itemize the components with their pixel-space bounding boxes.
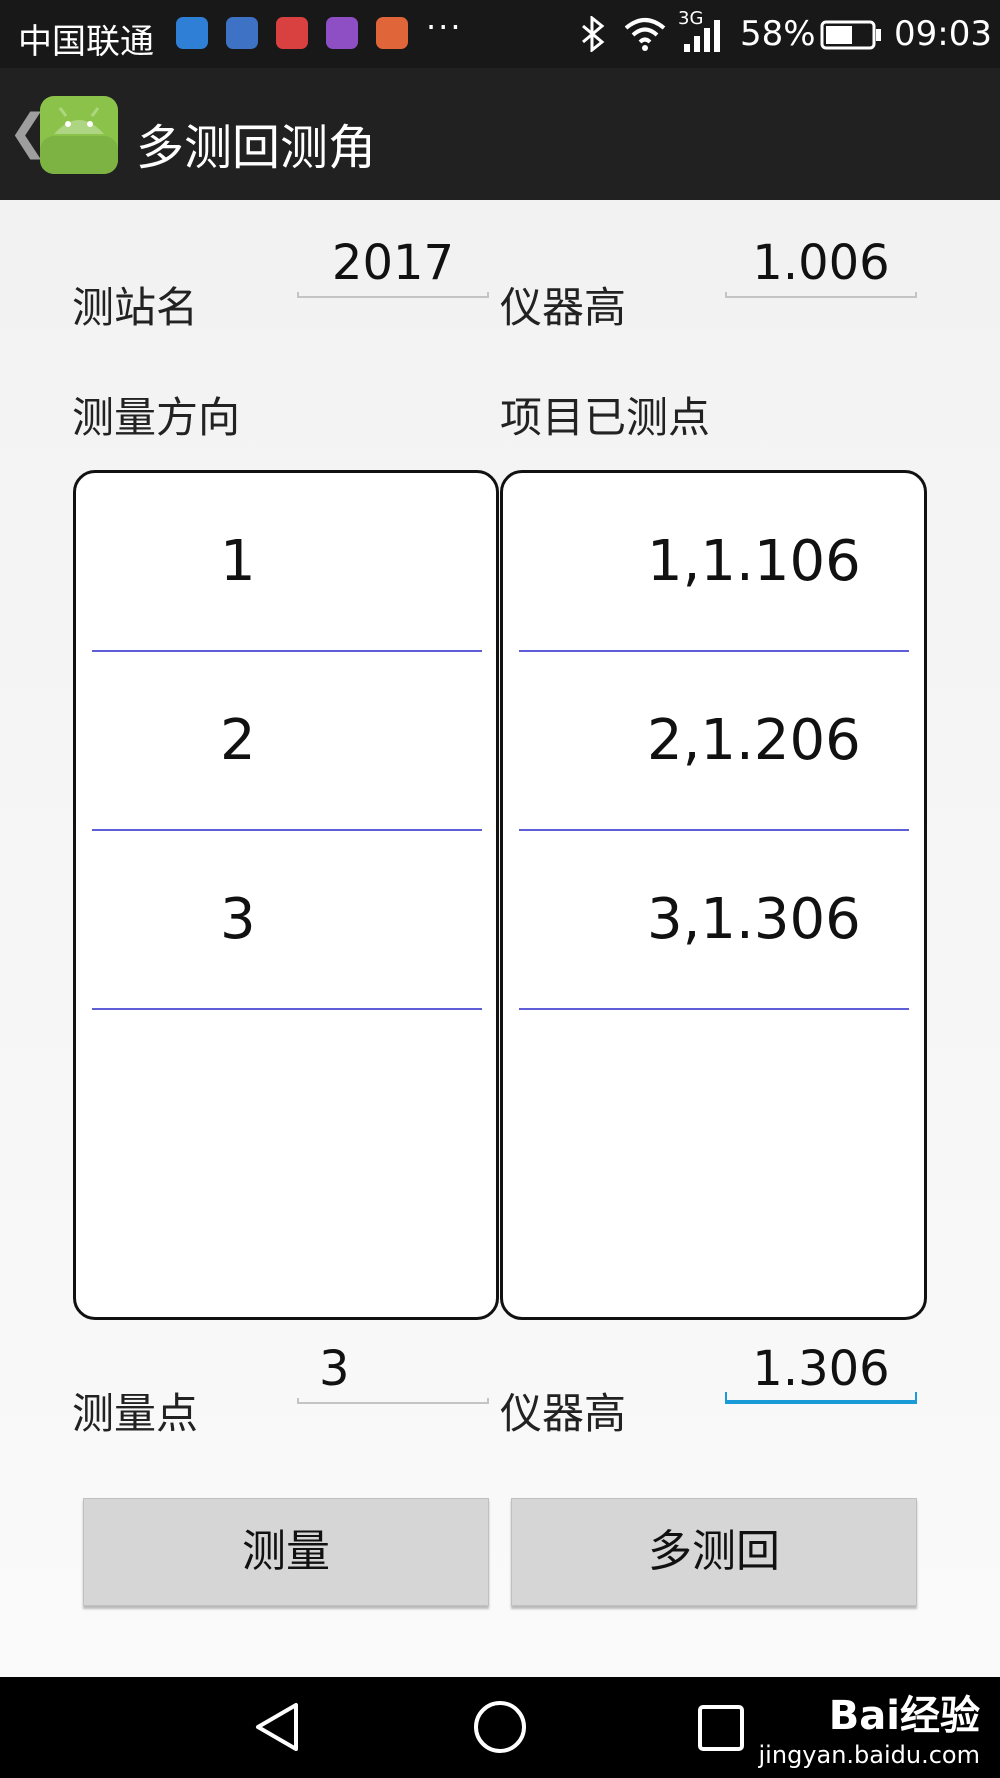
list-item[interactable]: 3 [92, 831, 482, 1010]
recents-square-icon[interactable] [696, 1703, 746, 1753]
list-item[interactable]: 2 [92, 652, 482, 831]
instrument-height-label: 仪器高 [500, 283, 627, 332]
watermark: Bai经验 jingyan.baidu.com [759, 1683, 980, 1769]
watermark-url: jingyan.baidu.com [758, 1741, 980, 1769]
battery-icon [820, 20, 881, 50]
carrier-label: 中国联通 [18, 22, 154, 62]
list-item[interactable]: 2,1.206 [519, 652, 909, 831]
status-bar: 中国联通 ··· 3G 58% 09:03 [0, 0, 1000, 68]
red-app-icon [276, 17, 308, 49]
wifi-app-icon [226, 17, 258, 49]
watermark-main: Bai经验 [828, 1693, 980, 1739]
station-name-label: 测站名 [72, 283, 199, 332]
cloud-app-icon [376, 17, 408, 49]
multi-round-button[interactable]: 多测回 [511, 1498, 917, 1606]
measured-points-list[interactable]: 1,1.106 2,1.206 3,1.306 [500, 470, 927, 1320]
list-item[interactable]: 1,1.106 [519, 473, 909, 652]
directions-list[interactable]: 1 2 3 [73, 470, 499, 1320]
wifi-icon [624, 18, 666, 51]
point-height-input[interactable]: 1.306 [725, 1336, 917, 1406]
health-app-icon [176, 17, 208, 49]
list-item[interactable]: 3,1.306 [519, 831, 909, 1010]
page-title: 多测回测角 [136, 120, 377, 176]
bluetooth-icon [582, 16, 605, 52]
measure-point-input[interactable]: 3 [297, 1336, 489, 1406]
measure-button[interactable]: 测量 [83, 1498, 489, 1606]
home-circle-icon[interactable] [472, 1699, 528, 1755]
measured-points-label: 项目已测点 [500, 393, 711, 442]
instrument-height-input[interactable]: 1.006 [725, 230, 917, 300]
point-height-label: 仪器高 [500, 1389, 627, 1438]
action-bar: ❮ 多测回测角 [0, 68, 1000, 200]
list-item[interactable]: 1 [92, 473, 482, 652]
signal-icon [684, 20, 720, 52]
navigation-bar: Bai经验 jingyan.baidu.com [0, 1677, 1000, 1778]
clock: 09:03 [894, 14, 992, 54]
keyboard-app-icon [326, 17, 358, 49]
measure-point-label: 测量点 [72, 1389, 199, 1438]
main-content: 测站名 2017 仪器高 1.006 测量方向 项目已测点 1 2 3 1,1.… [0, 200, 1000, 1677]
back-triangle-icon[interactable] [252, 1699, 304, 1755]
battery-percent: 58% [740, 14, 816, 54]
android-icon[interactable] [38, 94, 120, 176]
directions-label: 测量方向 [72, 393, 241, 442]
station-name-input[interactable]: 2017 [297, 230, 489, 300]
more-notifications-icon: ··· [426, 8, 463, 46]
